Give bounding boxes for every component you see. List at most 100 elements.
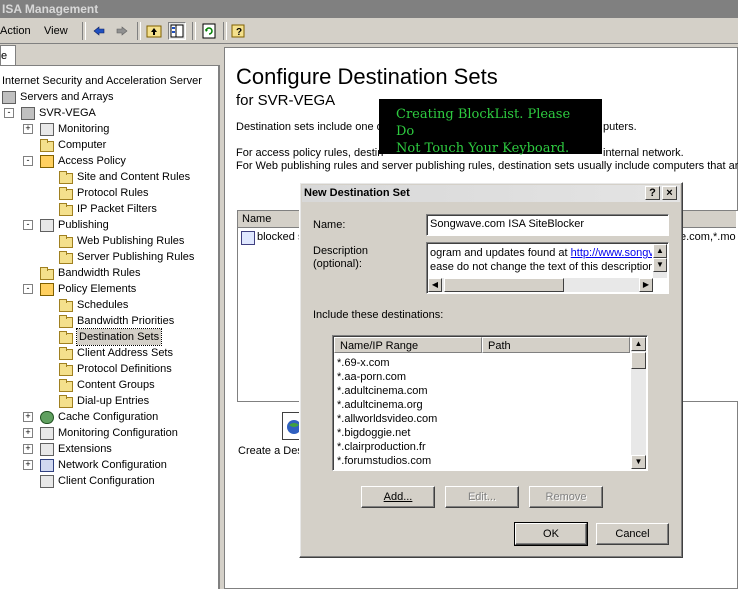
up-one-level-icon[interactable] bbox=[145, 22, 163, 40]
tree-item-label: Schedules bbox=[77, 299, 129, 311]
dialog-close-button[interactable]: × bbox=[662, 186, 677, 200]
menu-action[interactable]: Action bbox=[0, 25, 31, 37]
destination-set-icon bbox=[241, 231, 255, 245]
destination-row[interactable]: *.adultcinema.com bbox=[337, 384, 428, 398]
expand-icon[interactable]: + bbox=[23, 460, 33, 470]
description-field[interactable]: ogram and updates found at http://www.so… bbox=[426, 242, 669, 294]
scroll-right-icon[interactable]: ▶ bbox=[639, 278, 653, 292]
add-button[interactable]: Add... bbox=[361, 486, 435, 508]
forward-arrow-icon[interactable] bbox=[113, 22, 131, 40]
destination-row[interactable]: *.clairproduction.fr bbox=[337, 440, 426, 454]
description-label-line-2: (optional): bbox=[313, 258, 362, 270]
destination-row[interactable]: *.adultcinema.org bbox=[337, 398, 423, 412]
description-hscrollbar[interactable]: ◀ ▶ bbox=[428, 278, 653, 292]
tree-item-label: Computer bbox=[58, 139, 107, 151]
refresh-icon[interactable] bbox=[200, 22, 218, 40]
tree-item-label: Servers and Arrays bbox=[20, 91, 114, 103]
tree-tab-label: e bbox=[1, 50, 8, 62]
folder-icon bbox=[59, 235, 73, 248]
menu-view[interactable]: View bbox=[44, 25, 68, 37]
blocklist-status-overlay: Creating BlockList. Please Do Not Touch … bbox=[379, 99, 602, 156]
destination-row[interactable]: *.forumstudios.com bbox=[337, 454, 431, 468]
list-row-name[interactable]: blocked s bbox=[257, 231, 303, 243]
toolbar-separator bbox=[82, 22, 86, 40]
tree-tab[interactable]: e bbox=[0, 45, 16, 66]
collapse-icon[interactable]: - bbox=[23, 220, 33, 230]
expand-icon[interactable]: + bbox=[23, 412, 33, 422]
tree-item-label: Monitoring bbox=[58, 123, 110, 135]
cancel-button[interactable]: Cancel bbox=[596, 523, 669, 545]
scroll-up-icon[interactable]: ▲ bbox=[653, 244, 667, 258]
destinations-vscrollbar[interactable]: ▲ ▼ bbox=[631, 337, 646, 469]
tree-item-label: Client Address Sets bbox=[77, 347, 173, 359]
collapse-icon[interactable]: - bbox=[23, 284, 33, 294]
access-policy-icon bbox=[40, 155, 54, 168]
description-link[interactable]: http://www.songv bbox=[571, 247, 652, 259]
destination-row[interactable]: *.bigdoggie.net bbox=[337, 426, 410, 440]
overlay-line-1: Creating BlockList. Please Do bbox=[396, 107, 571, 139]
collapse-icon[interactable]: - bbox=[4, 108, 14, 118]
name-field[interactable]: Songwave.com ISA SiteBlocker bbox=[426, 214, 669, 236]
description-line-1: Destination sets include one o bbox=[236, 121, 383, 133]
include-destinations-label: Include these destinations: bbox=[313, 309, 444, 321]
folder-icon bbox=[59, 395, 73, 408]
tree-item-label: Access Policy bbox=[58, 155, 126, 167]
publishing-icon bbox=[40, 219, 54, 232]
collapse-icon[interactable]: - bbox=[23, 156, 33, 166]
tree-item-label: Web Publishing Rules bbox=[77, 235, 185, 247]
folder-icon bbox=[40, 139, 54, 152]
tree-item-label: Network Configuration bbox=[58, 459, 167, 471]
tree-item-label: Cache Configuration bbox=[58, 411, 159, 423]
menu-toolbar: Action View ? bbox=[0, 19, 738, 44]
tree-item-label: Protocol Definitions bbox=[77, 363, 172, 375]
list-row-destinations: e.com,*.mo bbox=[680, 231, 736, 243]
description-line-3: For Web publishing rules and server publ… bbox=[236, 160, 738, 172]
remove-button[interactable]: Remove bbox=[529, 486, 603, 508]
scrollbar-thumb[interactable] bbox=[631, 352, 646, 369]
name-field-value: Songwave.com ISA SiteBlocker bbox=[430, 218, 585, 230]
dialog-title-bar[interactable]: New Destination Set bbox=[302, 185, 680, 202]
svg-text:?: ? bbox=[236, 27, 242, 38]
destination-row[interactable]: *.69-x.com bbox=[337, 356, 390, 370]
folder-icon bbox=[59, 171, 73, 184]
scroll-up-icon[interactable]: ▲ bbox=[631, 337, 646, 351]
column-path[interactable]: Path bbox=[482, 337, 630, 353]
column-name-ip-range[interactable]: Name/IP Range bbox=[334, 337, 482, 353]
description-label-line-1: Description bbox=[313, 245, 369, 257]
description-line-2-text: ease do not change the text of this desc… bbox=[430, 261, 652, 273]
expand-icon[interactable]: + bbox=[23, 444, 33, 454]
scrollbar-thumb[interactable] bbox=[444, 278, 564, 292]
destination-row[interactable]: *.allworldsvideo.com bbox=[337, 412, 437, 426]
edit-button[interactable]: Edit... bbox=[445, 486, 519, 508]
expand-icon[interactable]: + bbox=[23, 124, 33, 134]
scroll-down-icon[interactable]: ▼ bbox=[631, 455, 646, 469]
folder-icon bbox=[59, 315, 73, 328]
create-destination-set-link[interactable]: Create a Des bbox=[238, 445, 303, 457]
list-column-name[interactable]: Name bbox=[242, 213, 271, 225]
destination-row[interactable]: *.aa-porn.com bbox=[337, 370, 406, 384]
toolbar-separator bbox=[223, 22, 227, 40]
tree-item-label: Server Publishing Rules bbox=[77, 251, 195, 263]
tree-item-label: SVR-VEGA bbox=[39, 107, 96, 119]
tree-item-label: Destination Sets bbox=[75, 328, 163, 346]
server-icon bbox=[21, 107, 35, 120]
folder-icon bbox=[59, 379, 73, 392]
window-title: ISA Management bbox=[2, 2, 99, 16]
name-label: Name: bbox=[313, 219, 346, 231]
ok-button[interactable]: OK bbox=[514, 522, 588, 546]
tree-item-label: IP Packet Filters bbox=[77, 203, 157, 215]
scroll-down-icon[interactable]: ▼ bbox=[653, 258, 667, 272]
folder-icon bbox=[59, 331, 73, 344]
scroll-left-icon[interactable]: ◀ bbox=[428, 278, 442, 292]
description-line-2-end: internal network. bbox=[603, 147, 684, 159]
dialog-help-button[interactable]: ? bbox=[645, 186, 660, 200]
client-config-icon bbox=[40, 475, 54, 488]
extensions-icon bbox=[40, 443, 54, 456]
expand-icon[interactable]: + bbox=[23, 428, 33, 438]
description-vscrollbar[interactable]: ▲ ▼ bbox=[653, 244, 667, 278]
show-tree-icon[interactable] bbox=[168, 22, 186, 40]
window-title-bar: ISA Management bbox=[0, 0, 738, 18]
tree-item-label: Content Groups bbox=[77, 379, 155, 391]
help-icon[interactable]: ? bbox=[230, 22, 248, 40]
back-arrow-icon[interactable] bbox=[90, 22, 108, 40]
